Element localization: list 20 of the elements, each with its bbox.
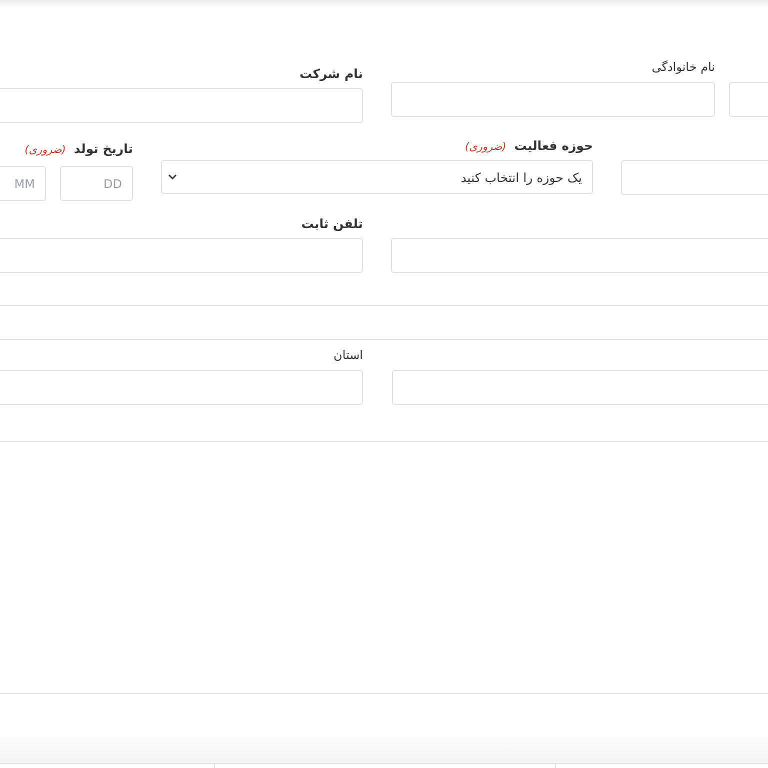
input-field[interactable] (0, 238, 363, 273)
input-field[interactable] (0, 88, 363, 123)
field-label: نام خانوادگی (652, 60, 715, 74)
field-label: تاریخ تولد (74, 141, 133, 156)
field-label: استان (334, 348, 363, 362)
input-field[interactable] (392, 370, 768, 405)
required-note: (ضروری) (24, 144, 66, 156)
input-field[interactable] (621, 160, 768, 195)
input-field[interactable] (391, 238, 768, 273)
date-part-field[interactable]: DD (60, 166, 133, 201)
input-field[interactable] (0, 305, 768, 340)
input-field[interactable] (0, 370, 363, 405)
required-note: (ضروری) (464, 141, 506, 153)
select-field[interactable]: یک حوزه را انتخاب کنید (161, 160, 593, 194)
date-part-field[interactable]: MM (0, 166, 46, 201)
field-label: نام شرکت (300, 66, 363, 81)
input-field[interactable] (391, 82, 715, 117)
field-label: حوزه فعالیت (514, 138, 593, 153)
field-label: تلفن ثابت (301, 216, 363, 231)
chevron-icon (168, 174, 177, 180)
